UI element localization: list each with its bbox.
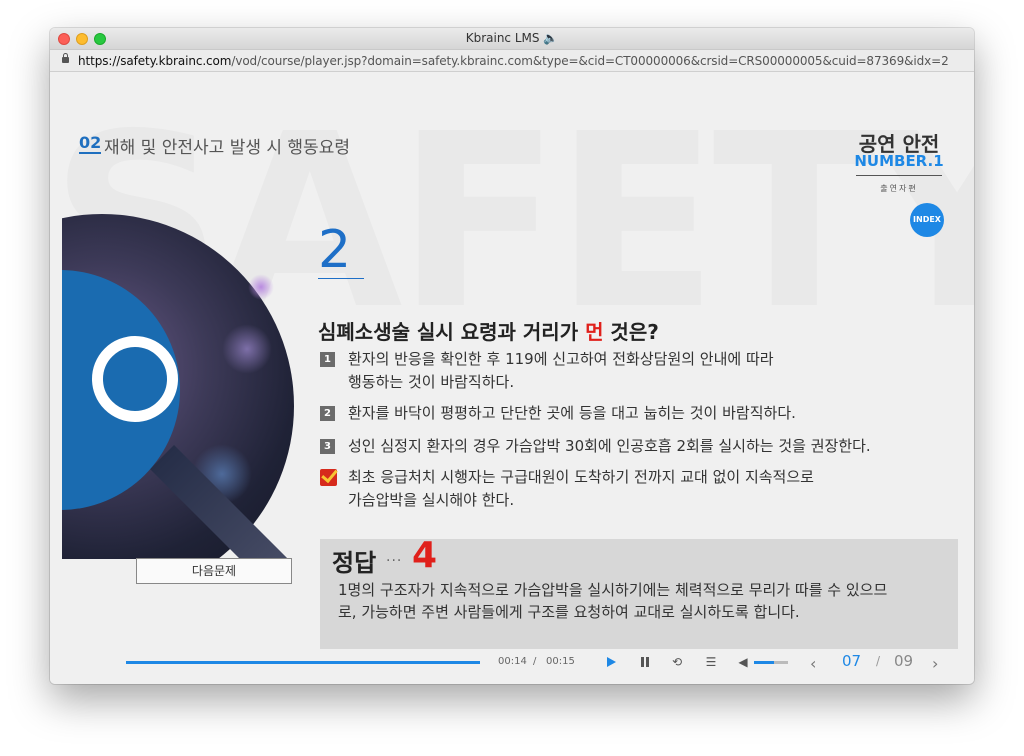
play-icon [607, 657, 616, 667]
question-number: 2 [318, 220, 352, 280]
answer-explanation: 1명의 구조자가 지속적으로 가슴압박을 실시하기에는 체력적으로 무리가 따를… [338, 581, 888, 621]
volume-fill [754, 661, 775, 664]
title-bar: Kbrainc LMS 🔈 [50, 28, 974, 50]
volume-button[interactable]: ◀ [734, 653, 752, 671]
brand-subtitle: 출연자편 [880, 184, 918, 193]
brand-number: NUMBER.1 [854, 152, 944, 170]
option-number-badge: 2 [320, 406, 335, 421]
url-path: /vod/course/player.jsp?domain=safety.kbr… [231, 54, 949, 68]
option-text: 환자를 바닥이 평평하고 단단한 곳에 등을 대고 눕히는 것이 바람직하다. [348, 404, 796, 422]
play-button[interactable] [603, 653, 621, 671]
pause-button[interactable] [636, 653, 654, 671]
option-text: 최초 응급처치 시행자는 구급대원이 도착하기 전까지 교대 없이 지속적으로 가… [348, 468, 814, 509]
question-text-emphasis: 먼 [585, 320, 604, 344]
option-text: 성인 심정지 환자의 경우 가슴압박 30회에 인공호흡 2회를 실시하는 것을… [348, 437, 871, 455]
q-graphic [62, 214, 294, 559]
section-title: 재해 및 안전사고 발생 시 행동요령 [104, 138, 350, 158]
app-window: Kbrainc LMS 🔈 https://safety.kbrainc.com… [50, 28, 974, 684]
lock-icon [62, 53, 69, 63]
chevron-left-icon[interactable]: ‹ [810, 654, 816, 673]
volume-slider[interactable] [754, 653, 788, 671]
section-number: 02 [79, 133, 102, 154]
progress-fill [126, 661, 480, 664]
answer-box: 정답 ··· 4 1명의 구조자가 지속적으로 가슴압박을 실시하기에는 체력적… [320, 535, 958, 649]
repeat-icon: ⟲ [671, 655, 683, 669]
answer-label: 정답 [332, 549, 377, 577]
page-total: 09 [894, 652, 914, 670]
window-title: Kbrainc LMS 🔈 [465, 31, 559, 45]
q-ring-icon [92, 336, 178, 422]
question-text-after: 것은? [603, 320, 659, 344]
total-time: 00:15 [546, 656, 575, 667]
menu-icon: ☰ [705, 655, 717, 669]
light-spot [248, 274, 274, 300]
answer-value: 4 [412, 535, 438, 576]
page-separator: / [876, 654, 881, 668]
course-player: SAFETY 02 재해 및 안전사고 발생 시 행동요령 공연 안전 NUMB… [50, 72, 974, 684]
chevron-right-icon[interactable]: › [932, 654, 938, 673]
next-question-button[interactable]: 다음문제 [136, 558, 292, 584]
question-number-underline [318, 278, 364, 279]
url-text[interactable]: https://safety.kbrainc.com/vod/course/pl… [78, 54, 949, 68]
index-button[interactable]: INDEX [910, 203, 944, 237]
brand-divider [856, 175, 942, 176]
menu-button[interactable]: ☰ [702, 653, 720, 671]
option-number-badge: 3 [320, 439, 335, 454]
current-time: 00:14 [498, 656, 527, 667]
question-text-before: 심폐소생술 실시 요령과 거리가 [318, 320, 586, 344]
address-bar[interactable]: https://safety.kbrainc.com/vod/course/pl… [50, 50, 974, 72]
checkmark-icon [320, 469, 337, 486]
volume-icon: ◀ [738, 655, 748, 669]
page-current: 07 [842, 652, 862, 670]
light-spot [222, 324, 272, 374]
progress-bar[interactable] [126, 661, 480, 664]
url-host: https://safety.kbrainc.com [78, 54, 232, 68]
answer-dots: ··· [386, 553, 403, 569]
option-text: 환자의 반응을 확인한 후 119에 신고하여 전화상담원의 안내에 따라 행동하… [348, 350, 774, 391]
time-separator: / [533, 656, 537, 667]
player-controls: 00:14 / 00:15 ⟲ ☰ ◀ ‹ 07 / 09 › [50, 650, 974, 684]
repeat-button[interactable]: ⟲ [668, 653, 686, 671]
question-text: 심폐소생술 실시 요령과 거리가 먼 것은? [318, 316, 659, 345]
option-number-badge: 1 [320, 352, 335, 367]
